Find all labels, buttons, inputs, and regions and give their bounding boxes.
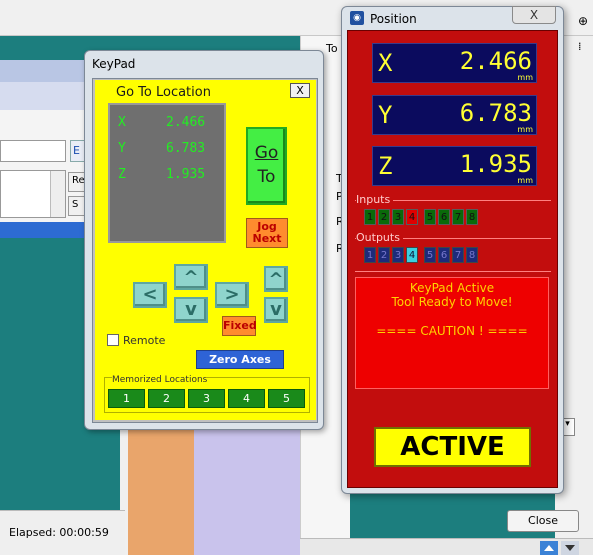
goto-label-2: To bbox=[257, 167, 276, 187]
input-5: 5 bbox=[424, 209, 436, 225]
x-axis-value: 2.466 bbox=[459, 47, 532, 75]
selected-row-bar bbox=[0, 222, 90, 238]
inputs-label: Inputs bbox=[356, 193, 394, 206]
z-up-button[interactable]: ^ bbox=[264, 266, 288, 292]
jog-left-button[interactable]: < bbox=[133, 282, 167, 308]
app-toolbar-strip bbox=[0, 82, 90, 110]
fixed-button[interactable]: Fixed bbox=[222, 316, 257, 336]
output-2: 2 bbox=[378, 247, 390, 263]
input-3: 3 bbox=[392, 209, 404, 225]
message-line-2: Tool Ready to Move! bbox=[391, 295, 513, 309]
input-7: 7 bbox=[452, 209, 464, 225]
input-2: 2 bbox=[378, 209, 390, 225]
keypad-close-button[interactable]: X bbox=[290, 83, 310, 98]
memorized-location-1[interactable]: 1 bbox=[108, 389, 145, 408]
z-axis-letter: Z bbox=[378, 152, 393, 180]
position-title: Position bbox=[370, 12, 417, 26]
output-4: 4 bbox=[406, 247, 418, 263]
material-strip bbox=[128, 430, 194, 555]
readout-x-axis: X bbox=[118, 115, 126, 130]
z-down-button[interactable]: v bbox=[264, 297, 288, 323]
input-4: 4 bbox=[406, 209, 418, 225]
message-line-1: KeyPad Active bbox=[409, 281, 495, 295]
x-axis-unit: mm bbox=[517, 73, 533, 82]
remote-checkbox[interactable] bbox=[107, 334, 119, 346]
x-axis-display: X 2.466 mm bbox=[372, 43, 537, 83]
overflow-icon[interactable]: ⁞ bbox=[578, 40, 582, 53]
output-5: 5 bbox=[424, 247, 436, 263]
goto-button[interactable]: Go To bbox=[246, 127, 287, 205]
input-6: 6 bbox=[438, 209, 450, 225]
goto-location-heading: Go To Location bbox=[116, 85, 211, 100]
memorized-location-5[interactable]: 5 bbox=[268, 389, 305, 408]
memorized-location-2[interactable]: 2 bbox=[148, 389, 185, 408]
close-button[interactable]: Close bbox=[507, 510, 579, 532]
memorized-locations-title: Memorized Locations bbox=[112, 375, 208, 385]
message-line-3: ==== CAUTION ! ==== bbox=[376, 324, 528, 338]
outputs-label: Outputs bbox=[356, 231, 403, 244]
outputs-row: 1 2 3 4 5 6 7 8 bbox=[364, 247, 482, 263]
listbox-scrollbar[interactable] bbox=[50, 171, 65, 217]
output-6: 6 bbox=[438, 247, 450, 263]
scroll-arrows-icon[interactable] bbox=[540, 540, 580, 555]
x-axis-letter: X bbox=[378, 49, 393, 77]
active-button[interactable]: ACTIVE bbox=[374, 427, 531, 467]
readout-z-value: 1.935 bbox=[166, 167, 206, 182]
table-area bbox=[194, 430, 304, 555]
position-close-button[interactable]: X bbox=[512, 6, 556, 24]
elapsed-time: Elapsed: 00:00:59 bbox=[9, 526, 109, 539]
output-8: 8 bbox=[466, 247, 478, 263]
app-header-strip bbox=[0, 60, 90, 82]
goto-label-1: Go bbox=[254, 143, 279, 163]
jog-label-2: Next bbox=[252, 232, 282, 245]
zero-axes-button[interactable]: Zero Axes bbox=[196, 350, 284, 369]
y-axis-value: 6.783 bbox=[459, 99, 532, 127]
readout-z-axis: Z bbox=[118, 167, 126, 182]
readout-y-value: 6.783 bbox=[166, 141, 206, 156]
app-icon: ◉ bbox=[350, 11, 364, 25]
preview-area bbox=[0, 238, 90, 508]
output-3: 3 bbox=[392, 247, 404, 263]
readout-x-value: 2.466 bbox=[166, 115, 206, 130]
jog-next-button[interactable]: Jog Next bbox=[246, 218, 288, 248]
message-divider bbox=[355, 271, 551, 272]
input-1: 1 bbox=[364, 209, 376, 225]
y-axis-letter: Y bbox=[378, 101, 393, 129]
to-label: To bbox=[326, 42, 338, 55]
pin-icon[interactable]: ⊕ bbox=[578, 14, 592, 28]
readout-y-axis: Y bbox=[118, 141, 126, 156]
memorized-location-4[interactable]: 4 bbox=[228, 389, 265, 408]
z-axis-unit: mm bbox=[517, 176, 533, 185]
left-text-input[interactable] bbox=[0, 140, 66, 162]
output-7: 7 bbox=[452, 247, 464, 263]
z-axis-value: 1.935 bbox=[459, 150, 532, 178]
z-axis-display: Z 1.935 mm bbox=[372, 146, 537, 186]
keypad-title: KeyPad bbox=[92, 57, 136, 71]
memorized-location-3[interactable]: 3 bbox=[188, 389, 225, 408]
jog-up-button[interactable]: ^ bbox=[174, 264, 208, 290]
output-1: 1 bbox=[364, 247, 376, 263]
status-message-box: KeyPad Active Tool Ready to Move! ==== C… bbox=[355, 277, 549, 389]
inputs-row: 1 2 3 4 5 6 7 8 bbox=[364, 209, 482, 225]
y-axis-unit: mm bbox=[517, 125, 533, 134]
keypad-readout-screen: X 2.466 Y 6.783 Z 1.935 bbox=[108, 103, 226, 243]
jog-right-button[interactable]: > bbox=[215, 282, 249, 308]
y-axis-display: Y 6.783 mm bbox=[372, 95, 537, 135]
remote-label: Remote bbox=[123, 334, 166, 347]
input-8: 8 bbox=[466, 209, 478, 225]
jog-down-button[interactable]: v bbox=[174, 297, 208, 323]
